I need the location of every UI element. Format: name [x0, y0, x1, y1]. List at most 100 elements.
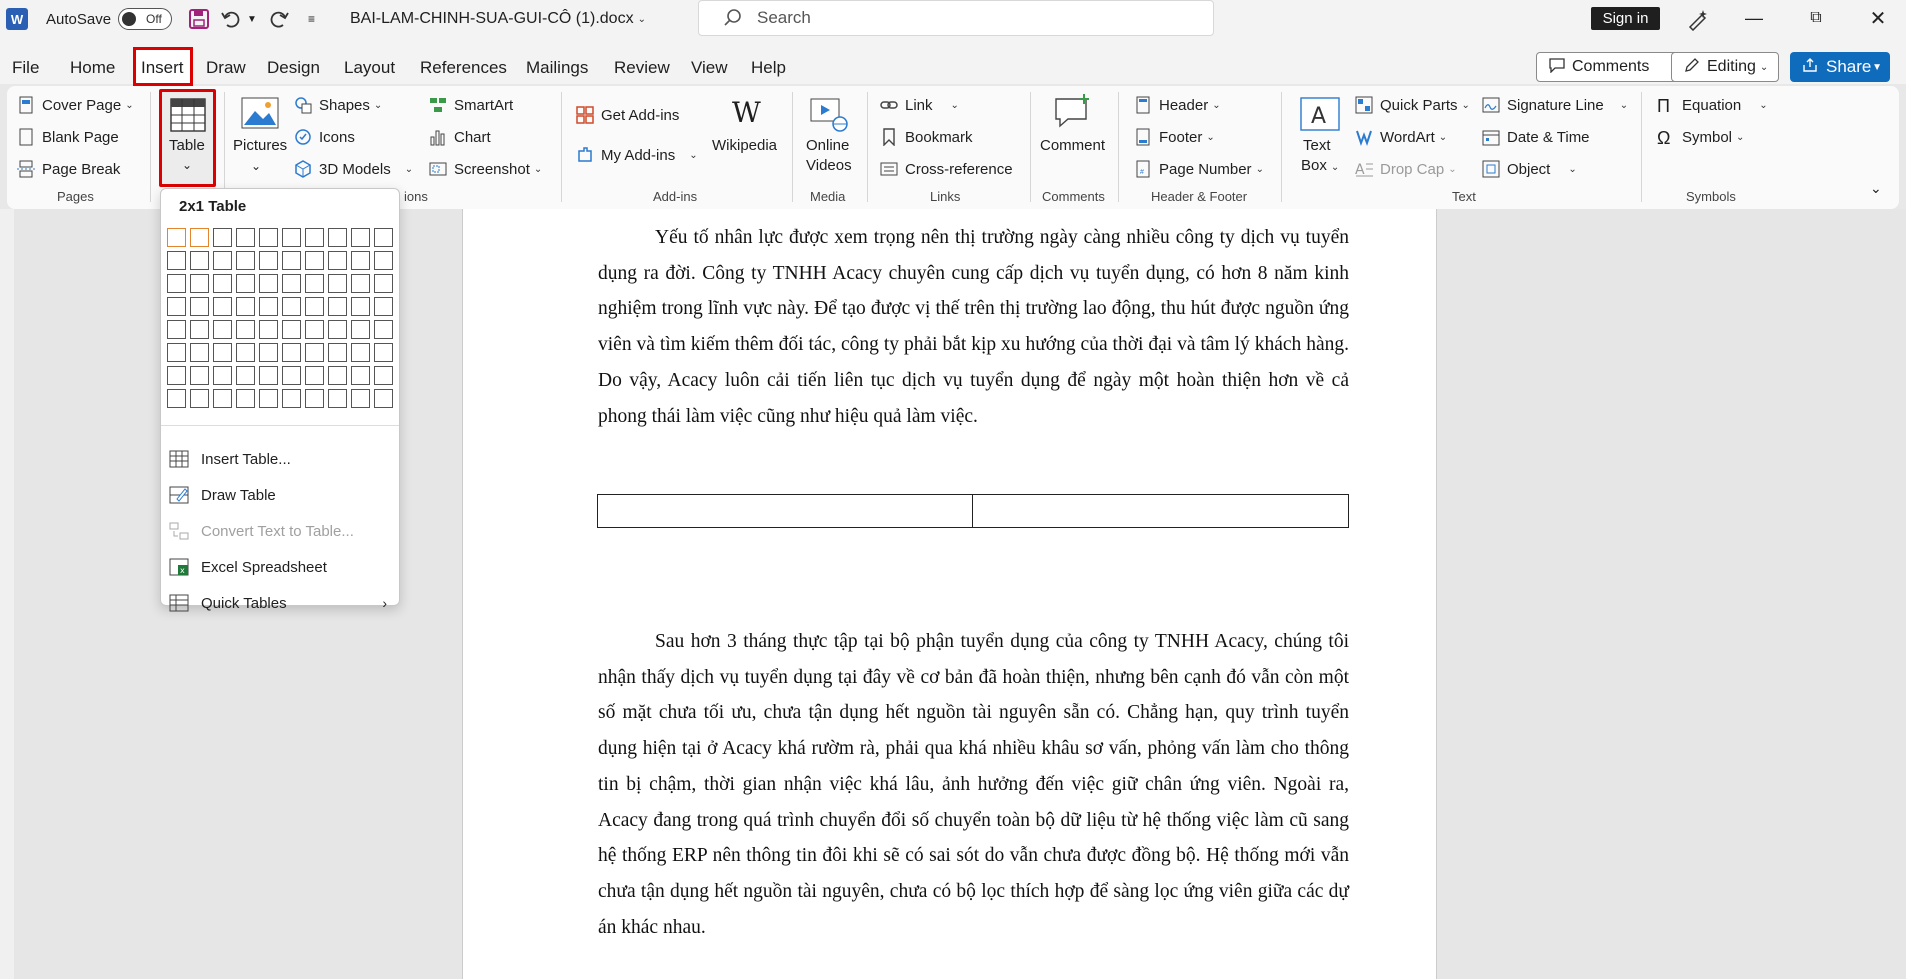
page-number-button[interactable]: # Page Number ⌄ — [1134, 160, 1264, 178]
undo-icon[interactable] — [220, 0, 242, 38]
excel-spreadsheet-item[interactable]: x Excel Spreadsheet — [169, 552, 391, 582]
table-grid-cell[interactable] — [374, 251, 393, 270]
3d-models-button[interactable]: 3D Models ⌄ — [294, 160, 413, 178]
document-paragraph[interactable]: Yếu tố nhân lực được xem trọng nên thị t… — [598, 220, 1349, 434]
redo-icon[interactable] — [268, 0, 290, 38]
signature-line-button[interactable]: Signature Line ⌄ — [1482, 96, 1628, 114]
table-grid-cell[interactable] — [374, 320, 393, 339]
table-grid-cell[interactable] — [328, 228, 347, 247]
table-grid-cell[interactable] — [305, 389, 324, 408]
table-grid-cell[interactable] — [236, 251, 255, 270]
table-grid-cell[interactable] — [305, 251, 324, 270]
table-grid-cell[interactable] — [213, 343, 232, 362]
smartart-button[interactable]: SmartArt — [429, 96, 513, 114]
sign-in-button[interactable]: Sign in — [1591, 7, 1660, 30]
table-grid-cell[interactable] — [213, 274, 232, 293]
tab-review[interactable]: Review — [614, 58, 670, 78]
minimize-icon[interactable]: — — [1726, 0, 1782, 36]
table-grid-cell[interactable] — [190, 274, 209, 293]
table-grid-cell[interactable] — [351, 343, 370, 362]
table-grid-cell[interactable] — [167, 251, 186, 270]
table-grid-cell[interactable] — [328, 251, 347, 270]
quick-parts-button[interactable]: Quick Parts ⌄ — [1355, 96, 1470, 114]
screenshot-button[interactable]: Screenshot ⌄ — [429, 160, 542, 178]
tab-design[interactable]: Design — [267, 58, 320, 78]
table-grid-cell[interactable] — [305, 343, 324, 362]
online-videos-line2[interactable]: Videos — [806, 157, 852, 174]
table-grid-cell[interactable] — [374, 297, 393, 316]
table-grid-cell[interactable] — [259, 366, 278, 385]
symbol-button[interactable]: Ω Symbol ⌄ — [1657, 128, 1744, 148]
tab-view[interactable]: View — [691, 58, 728, 78]
table-grid-cell[interactable] — [236, 366, 255, 385]
customize-qat-icon[interactable]: ≡ — [308, 0, 315, 38]
chevron-down-icon[interactable]: ▼ — [1872, 62, 1882, 73]
tab-draw[interactable]: Draw — [206, 58, 246, 78]
table-grid-cell[interactable] — [351, 297, 370, 316]
text-box-line2[interactable]: Box ⌄ — [1301, 157, 1339, 174]
table-grid-cell[interactable] — [259, 343, 278, 362]
table-grid-cell[interactable] — [351, 251, 370, 270]
tab-layout[interactable]: Layout — [344, 58, 395, 78]
tab-help[interactable]: Help — [751, 58, 786, 78]
table-grid-cell[interactable] — [190, 343, 209, 362]
table-grid-cell[interactable] — [351, 228, 370, 247]
table-size-grid[interactable] — [167, 228, 393, 412]
table-grid-cell[interactable] — [282, 366, 301, 385]
table-grid-cell[interactable] — [236, 389, 255, 408]
get-addins-button[interactable]: Get Add-ins — [576, 106, 679, 124]
table-grid-cell[interactable] — [259, 251, 278, 270]
table-grid-cell[interactable] — [374, 366, 393, 385]
table-grid-cell[interactable] — [259, 228, 278, 247]
tab-file[interactable]: File — [12, 58, 39, 78]
table-grid-cell[interactable] — [236, 297, 255, 316]
table-grid-cell[interactable] — [190, 320, 209, 339]
table-grid-cell[interactable] — [259, 297, 278, 316]
document-title[interactable]: BAI-LAM-CHINH-SUA-GUI-CÔ (1).docx ⌄ — [350, 0, 646, 38]
draw-table-item[interactable]: Draw Table — [169, 480, 391, 510]
chart-button[interactable]: Chart — [429, 128, 491, 146]
table-grid-cell[interactable] — [167, 228, 186, 247]
date-time-button[interactable]: Date & Time — [1482, 128, 1590, 146]
table-grid-cell[interactable] — [167, 389, 186, 408]
table-grid-cell[interactable] — [328, 297, 347, 316]
table-grid-cell[interactable] — [351, 366, 370, 385]
tab-home[interactable]: Home — [70, 58, 115, 78]
table-grid-cell[interactable] — [282, 274, 301, 293]
quick-tables-item[interactable]: Quick Tables › — [169, 588, 391, 618]
equation-button[interactable]: Π Equation ⌄ — [1657, 96, 1768, 116]
icons-button[interactable]: Icons — [294, 128, 355, 146]
table-grid-cell[interactable] — [328, 343, 347, 362]
table-grid-cell[interactable] — [190, 251, 209, 270]
table-grid-cell[interactable] — [259, 320, 278, 339]
table-grid-cell[interactable] — [282, 320, 301, 339]
table-grid-cell[interactable] — [167, 366, 186, 385]
table-grid-cell[interactable] — [236, 320, 255, 339]
pictures-button[interactable]: Pictures — [233, 137, 287, 154]
text-box-line1[interactable]: Text — [1303, 137, 1331, 154]
table-grid-cell[interactable] — [259, 389, 278, 408]
table-grid-cell[interactable] — [190, 228, 209, 247]
table-cell[interactable] — [598, 495, 973, 527]
table-grid-cell[interactable] — [213, 320, 232, 339]
table-grid-cell[interactable] — [374, 343, 393, 362]
table-grid-cell[interactable] — [190, 366, 209, 385]
table-grid-cell[interactable] — [328, 274, 347, 293]
table-grid-cell[interactable] — [213, 297, 232, 316]
editing-mode-button[interactable]: Editing ⌄ — [1671, 52, 1779, 82]
header-button[interactable]: Header ⌄ — [1134, 96, 1221, 114]
autosave-toggle[interactable]: Off — [118, 8, 172, 30]
table-grid-cell[interactable] — [213, 251, 232, 270]
object-button[interactable]: Object ⌄ — [1482, 160, 1577, 178]
wordart-button[interactable]: WordArt ⌄ — [1355, 128, 1447, 146]
table-grid-cell[interactable] — [305, 228, 324, 247]
share-button[interactable]: Share ▼ — [1790, 52, 1890, 82]
tab-references[interactable]: References — [420, 58, 507, 78]
table-grid-cell[interactable] — [351, 320, 370, 339]
table-grid-cell[interactable] — [351, 274, 370, 293]
comment-button[interactable]: Comment — [1040, 137, 1105, 154]
table-grid-cell[interactable] — [236, 274, 255, 293]
table-grid-cell[interactable] — [282, 343, 301, 362]
blank-page-button[interactable]: Blank Page — [17, 128, 119, 146]
table-grid-cell[interactable] — [236, 228, 255, 247]
